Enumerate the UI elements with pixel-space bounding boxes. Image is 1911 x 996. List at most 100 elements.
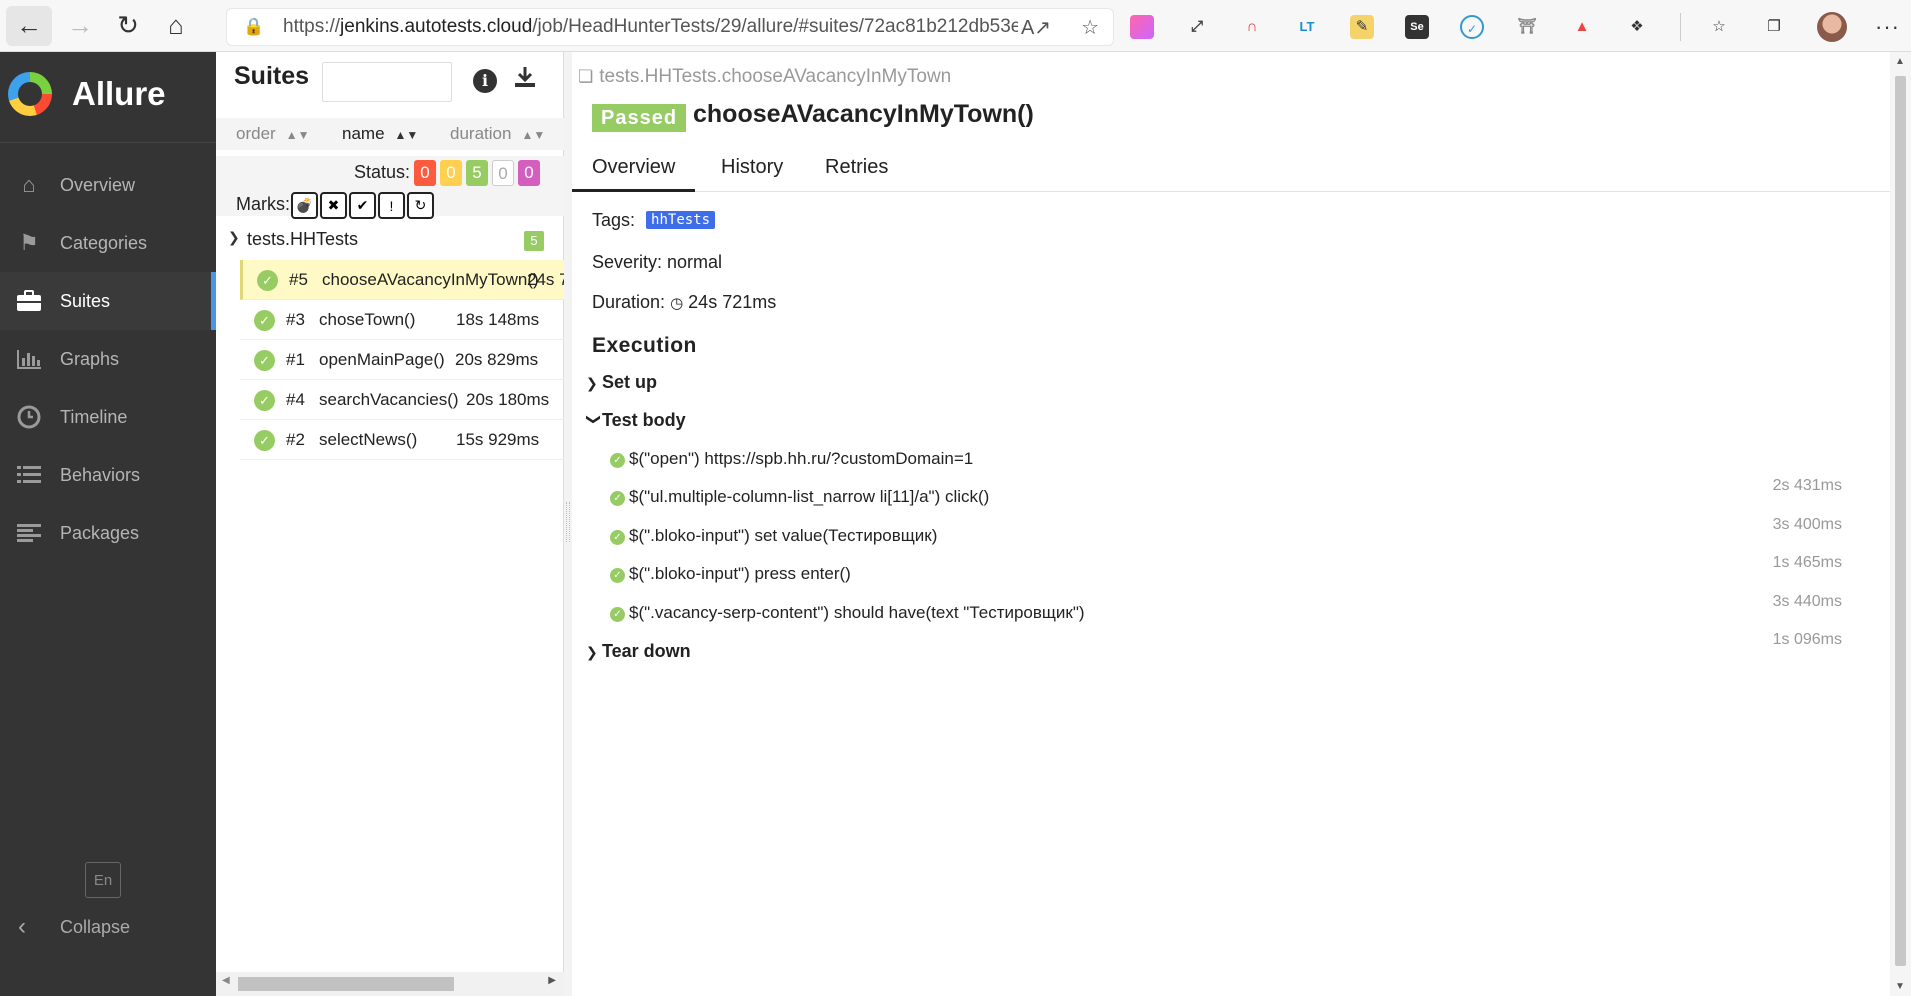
url-text[interactable]: https://jenkins.autotests.cloud/job/Head…: [283, 16, 1018, 38]
scrollbar-thumb[interactable]: [238, 977, 454, 991]
add-favorite-icon[interactable]: ☆: [1081, 15, 1099, 40]
collections-icon[interactable]: ❐: [1762, 15, 1786, 39]
selenium-icon[interactable]: Se: [1405, 15, 1429, 39]
splitter-grip-icon[interactable]: [566, 502, 570, 542]
flaky-mark-icon[interactable]: 💣: [291, 192, 318, 219]
filter-bar: Status: 0 0 5 0 0 Marks: 💣 ✖ ✔ ! ↻: [216, 156, 564, 219]
test-duration: 18s 148ms: [456, 310, 540, 329]
test-row[interactable]: ✓ #4 searchVacancies() 20s 180ms: [240, 380, 564, 420]
new-passed-mark-icon[interactable]: ✔: [349, 192, 376, 219]
language-switch[interactable]: En: [85, 862, 121, 898]
passed-check-icon: ✓: [610, 491, 625, 506]
sidebar-item-timeline[interactable]: Timeline: [0, 388, 216, 446]
setup-section[interactable]: ❯ Set up: [586, 372, 657, 393]
scroll-up-icon[interactable]: ▲: [1895, 56, 1905, 67]
profile-avatar[interactable]: [1817, 12, 1847, 42]
status-failed-badge[interactable]: 0: [414, 160, 436, 186]
scroll-down-icon[interactable]: ▼: [1895, 981, 1905, 992]
status-passed-badge[interactable]: 5: [466, 160, 488, 186]
notes-icon[interactable]: ✎: [1350, 15, 1374, 39]
suites-search-input[interactable]: [322, 62, 452, 102]
vertical-scrollbar[interactable]: ▲ ▼: [1890, 52, 1911, 996]
home-icon: ⌂: [22, 172, 36, 197]
passed-check-icon: ✓: [257, 270, 278, 291]
sidebar-item-suites[interactable]: Suites: [0, 272, 216, 330]
pane-splitter[interactable]: [564, 52, 572, 996]
status-skipped-badge[interactable]: 0: [492, 160, 514, 186]
test-number: #3: [286, 310, 305, 329]
sidebar-item-graphs[interactable]: Graphs: [0, 330, 216, 388]
status-broken-badge[interactable]: 0: [440, 160, 462, 186]
breadcrumb[interactable]: ❏ tests.HHTests.chooseAVacancyInMyTown: [578, 66, 951, 88]
sort-duration[interactable]: duration ▲▼: [450, 124, 545, 144]
passed-check-icon: ✓: [610, 530, 625, 545]
scrollbar-thumb[interactable]: [1895, 76, 1906, 966]
horizontal-scrollbar[interactable]: ◀ ▶: [216, 972, 564, 996]
test-row[interactable]: ✓ #3 choseTown() 18s 148ms: [240, 300, 564, 340]
test-row[interactable]: ✓ #1 openMainPage() 20s 829ms: [240, 340, 564, 380]
step-row[interactable]: ✓ $(".bloko-input") press enter(): [610, 564, 851, 584]
network-icon[interactable]: ▲: [1570, 15, 1594, 39]
test-number: #1: [286, 350, 305, 369]
compass-icon[interactable]: ✓: [1460, 15, 1484, 39]
sidebar-item-label: Categories: [60, 232, 148, 253]
favorites-icon[interactable]: ☆: [1707, 15, 1731, 39]
flag-icon: ⚑: [19, 230, 39, 255]
home-button[interactable]: ⌂: [156, 6, 196, 46]
sort-bar: order ▲▼ name ▲▼ duration ▲▼: [216, 118, 564, 150]
extensions-icon[interactable]: ❖: [1625, 15, 1649, 39]
tab-history[interactable]: History: [701, 144, 803, 192]
test-body-section[interactable]: ❯Test body: [586, 410, 686, 431]
new-failed-mark-icon[interactable]: ✖: [320, 192, 347, 219]
brand[interactable]: Allure: [8, 72, 166, 116]
sidebar-item-categories[interactable]: ⚑ Categories: [0, 214, 216, 272]
tab-overview[interactable]: Overview: [572, 144, 696, 192]
expand-icon[interactable]: ⤢: [1185, 15, 1209, 39]
chevron-right-icon: ❯: [586, 644, 598, 660]
forward-button[interactable]: →: [60, 6, 100, 46]
sidebar-item-behaviors[interactable]: Behaviors: [0, 446, 216, 504]
step-row[interactable]: ✓ $("ul.multiple-column-list_narrow li[11…: [610, 487, 989, 507]
step-row[interactable]: ✓ $(".vacancy-serp-content") should have(…: [610, 603, 1085, 623]
passed-check-icon: ✓: [254, 310, 275, 331]
sidebar-divider: [0, 142, 216, 143]
magnet-icon[interactable]: ∩: [1240, 15, 1264, 39]
sidebar-item-packages[interactable]: Packages: [0, 504, 216, 562]
address-bar[interactable]: 🔒 https://jenkins.autotests.cloud/job/He…: [226, 8, 1114, 46]
teardown-section[interactable]: ❯ Tear down: [586, 641, 691, 662]
back-button[interactable]: ←: [6, 5, 52, 46]
test-row[interactable]: ✓ #2 selectNews() 15s 929ms: [240, 420, 564, 460]
breadcrumb-text: tests.HHTests.chooseAVacancyInMyTown: [599, 66, 952, 87]
step-row[interactable]: ✓ $(".bloko-input") set value(Тестировщик…: [610, 526, 937, 546]
sort-icon: ▲▼: [521, 128, 546, 142]
passed-check-icon: ✓: [254, 430, 275, 451]
status-unknown-badge[interactable]: 0: [518, 160, 540, 186]
read-aloud-icon[interactable]: A↗: [1021, 15, 1051, 40]
new-broken-mark-icon[interactable]: !: [378, 192, 405, 219]
download-icon[interactable]: [513, 65, 537, 96]
tab-retries[interactable]: Retries: [805, 144, 908, 192]
sort-order[interactable]: order ▲▼: [236, 124, 309, 144]
scroll-right-icon[interactable]: ▶: [548, 975, 556, 986]
suite-group[interactable]: ❯ tests.HHTests 5: [216, 220, 564, 260]
step-row[interactable]: ✓ $("open") https://spb.hh.ru/?customDoma…: [610, 449, 973, 469]
copy-icon[interactable]: ❏: [578, 67, 593, 86]
retries-mark-icon[interactable]: ↻: [407, 192, 434, 219]
scroll-left-icon[interactable]: ◀: [222, 975, 230, 986]
tag-badge[interactable]: hhTests: [646, 211, 716, 229]
collapse-button[interactable]: ‹ Collapse: [0, 907, 130, 947]
extension-gradient-icon[interactable]: [1130, 15, 1154, 39]
translate-icon[interactable]: LT: [1295, 15, 1319, 39]
shield-icon[interactable]: ⛩: [1515, 15, 1539, 39]
passed-check-icon: ✓: [254, 350, 275, 371]
chevron-down-icon: ❯: [586, 413, 603, 426]
info-icon[interactable]: i: [473, 69, 497, 93]
execution-heading: Execution: [592, 334, 697, 357]
more-menu-icon[interactable]: ···: [1875, 14, 1900, 40]
sidebar-item-overview[interactable]: ⌂ Overview: [0, 156, 216, 214]
test-duration: 15s 929ms: [456, 430, 540, 449]
test-row[interactable]: ✓ #5 chooseAVacancyInMyTown() 24s 721ms: [240, 260, 564, 300]
refresh-button[interactable]: ↻: [108, 6, 148, 46]
sort-name[interactable]: name ▲▼: [342, 124, 418, 144]
lock-icon[interactable]: 🔒: [243, 17, 264, 37]
